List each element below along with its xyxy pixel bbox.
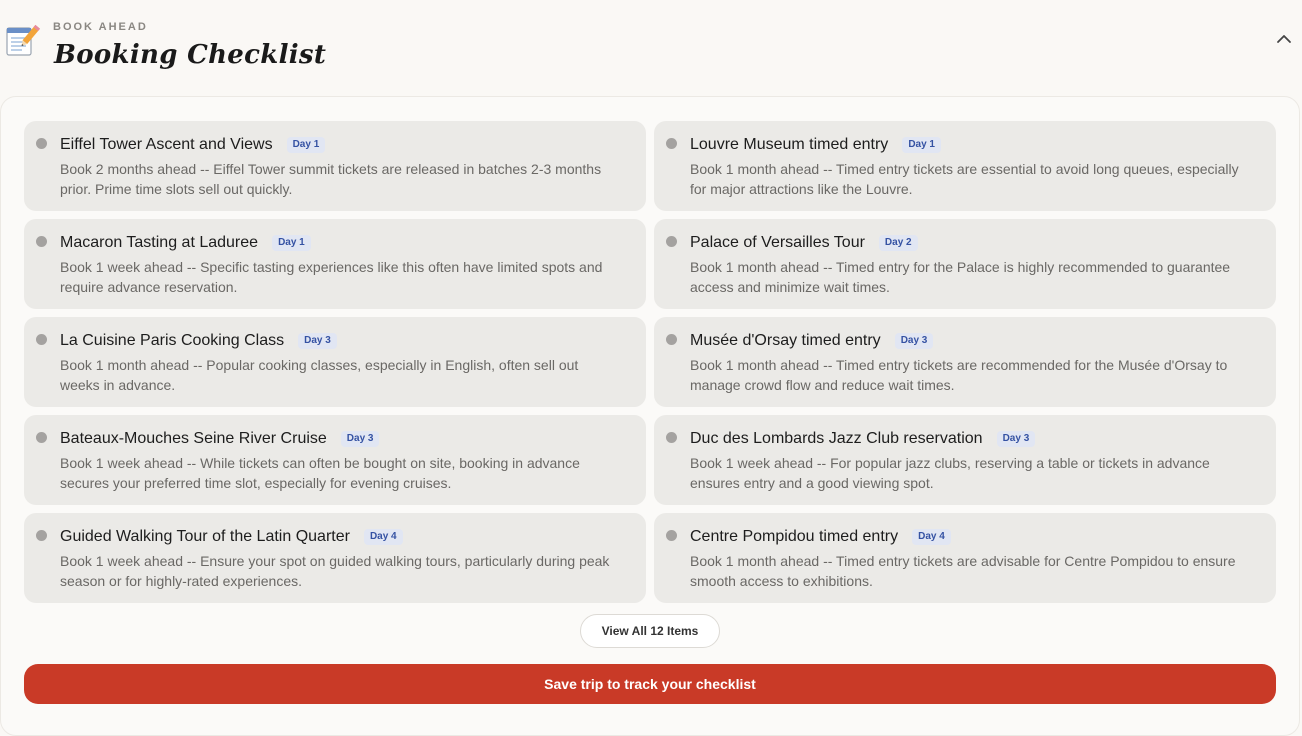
save-trip-button[interactable]: Save trip to track your checklist — [24, 664, 1276, 704]
day-badge: Day 3 — [996, 431, 1036, 447]
day-badge: Day 1 — [286, 137, 326, 153]
day-badge: Day 2 — [878, 235, 918, 251]
item-title: Centre Pompidou timed entry — [690, 528, 899, 545]
chevron-up-icon — [1276, 31, 1292, 49]
item-description: Book 1 month ahead -- Timed entry ticket… — [690, 357, 1228, 393]
checklist-header: BOOK AHEAD Booking Checklist — [0, 0, 1302, 96]
checklist-item[interactable]: Louvre Museum timed entry Day 1 Book 1 m… — [654, 121, 1276, 211]
item-description: Book 1 month ahead -- Timed entry ticket… — [690, 161, 1239, 197]
checklist-item[interactable]: Macaron Tasting at Laduree Day 1 Book 1 … — [24, 219, 646, 309]
checklist-grid: Eiffel Tower Ascent and Views Day 1 Book… — [24, 121, 1276, 603]
status-dot — [36, 334, 47, 345]
item-title: La Cuisine Paris Cooking Class — [60, 332, 285, 349]
item-title: Duc des Lombards Jazz Club reservation — [690, 430, 983, 447]
item-description: Book 1 week ahead -- Ensure your spot on… — [60, 553, 610, 589]
checklist-item[interactable]: La Cuisine Paris Cooking Class Day 3 Boo… — [24, 317, 646, 407]
day-badge: Day 4 — [912, 529, 951, 545]
status-dot — [666, 530, 677, 541]
status-dot — [36, 138, 47, 149]
item-title: Eiffel Tower Ascent and Views — [60, 136, 273, 153]
item-title: Musée d'Orsay timed entry — [690, 332, 881, 349]
item-title: Palace of Versailles Tour — [690, 234, 865, 251]
collapse-button[interactable] — [1270, 28, 1298, 52]
item-description: Book 1 month ahead -- Timed entry ticket… — [690, 553, 1236, 589]
checklist-item[interactable]: Bateaux-Mouches Seine River Cruise Day 3… — [24, 415, 646, 505]
checklist-item[interactable]: Eiffel Tower Ascent and Views Day 1 Book… — [24, 121, 646, 211]
memo-pencil-icon — [4, 22, 41, 58]
checklist-item[interactable]: Musée d'Orsay timed entry Day 3 Book 1 m… — [654, 317, 1276, 407]
day-badge: Day 4 — [363, 529, 403, 545]
status-dot — [666, 432, 677, 443]
item-description: Book 1 month ahead -- Popular cooking cl… — [60, 357, 579, 393]
status-dot — [666, 334, 677, 345]
status-dot — [666, 138, 677, 149]
checklist-item[interactable]: Guided Walking Tour of the Latin Quarter… — [24, 513, 646, 603]
item-title: Bateaux-Mouches Seine River Cruise — [60, 430, 327, 447]
day-badge: Day 1 — [902, 137, 941, 153]
day-badge: Day 3 — [298, 333, 337, 349]
checklist-item[interactable]: Duc des Lombards Jazz Club reservation D… — [654, 415, 1276, 505]
status-dot — [666, 236, 677, 247]
day-badge: Day 1 — [272, 235, 311, 251]
day-badge: Day 3 — [340, 431, 380, 447]
item-description: Book 1 week ahead -- Specific tasting ex… — [60, 259, 603, 295]
item-description: Book 2 months ahead -- Eiffel Tower summ… — [60, 161, 602, 197]
section-eyebrow: BOOK AHEAD — [53, 21, 148, 33]
item-description: Book 1 month ahead -- Timed entry for th… — [690, 259, 1231, 295]
item-title: Macaron Tasting at Laduree — [60, 234, 259, 251]
item-description: Book 1 week ahead -- While tickets can o… — [60, 455, 580, 491]
item-title: Guided Walking Tour of the Latin Quarter — [60, 528, 350, 545]
checklist-item[interactable]: Centre Pompidou timed entry Day 4 Book 1… — [654, 513, 1276, 603]
checklist-item[interactable]: Palace of Versailles Tour Day 2 Book 1 m… — [654, 219, 1276, 309]
item-title: Louvre Museum timed entry — [690, 136, 889, 153]
day-badge: Day 3 — [894, 333, 934, 349]
view-all-button[interactable]: View All 12 Items — [580, 614, 720, 648]
item-description: Book 1 week ahead -- For popular jazz cl… — [690, 455, 1210, 491]
status-dot — [36, 530, 47, 541]
section-title: Booking Checklist — [54, 40, 327, 70]
status-dot — [36, 236, 47, 247]
status-dot — [36, 432, 47, 443]
